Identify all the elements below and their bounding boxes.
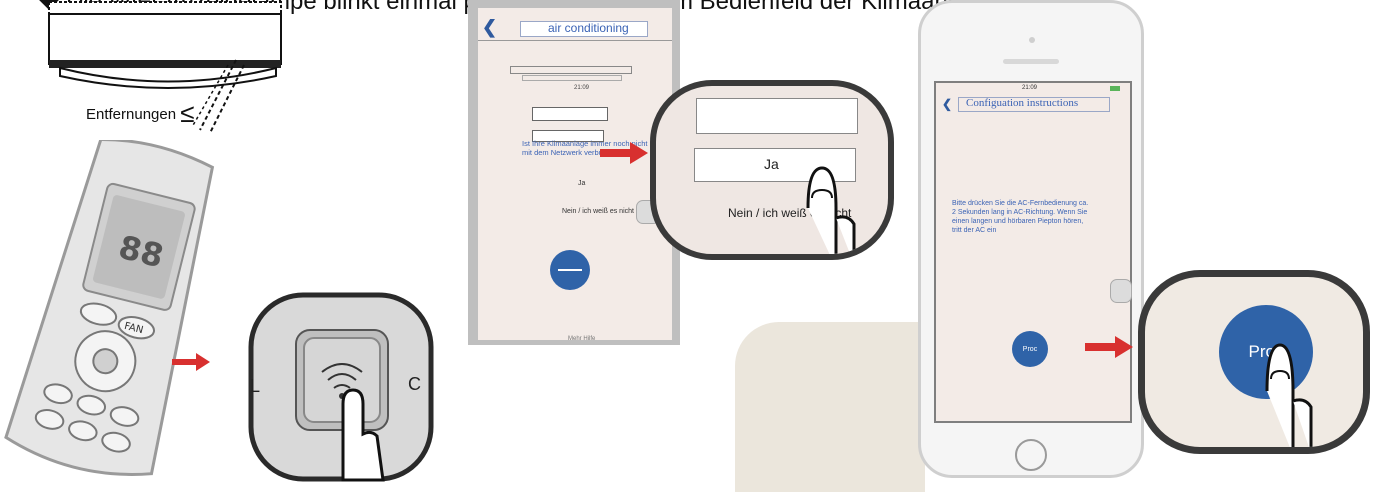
phone-2-screen: 21:09 ❮ Configuation instructions Bitte … bbox=[934, 81, 1132, 423]
screen2-instruction: Bitte drücken Sie die AC-Fernbedienung c… bbox=[952, 200, 1089, 234]
screen1-input-1[interactable] bbox=[532, 107, 608, 121]
zoom-screen-2: Proc bbox=[1138, 270, 1370, 454]
svg-text:L: L bbox=[250, 376, 260, 396]
assistive-touch-icon[interactable] bbox=[1110, 279, 1132, 303]
back-icon[interactable]: ❮ bbox=[942, 97, 952, 111]
phone-2: 21:09 ❮ Configuation instructions Bitte … bbox=[918, 0, 1144, 478]
phone-screen-1: ❮ air conditioning 21:09 Ist Ihre Klimaa… bbox=[468, 0, 680, 345]
red-arrow-icon bbox=[172, 352, 212, 377]
home-button[interactable] bbox=[1015, 439, 1047, 471]
screen1-round-button[interactable] bbox=[550, 250, 590, 290]
ac-indoor-unit bbox=[48, 0, 288, 100]
zoom1-input-1[interactable] bbox=[696, 98, 858, 134]
zoomed-wifi-button: L C bbox=[248, 292, 434, 487]
distance-label: Entfernungen ≤ bbox=[86, 98, 195, 128]
screen2-title: Configuation instructions bbox=[966, 97, 1079, 109]
remote-control: 88 FAN bbox=[0, 138, 230, 487]
zoom-screen-1: Ja Nein / ich weiß es nicht bbox=[650, 80, 894, 260]
back-icon[interactable]: ❮ bbox=[482, 17, 497, 38]
red-arrow-icon bbox=[600, 141, 650, 170]
screen1-yes-option[interactable]: Ja bbox=[578, 180, 585, 187]
ir-signal-lines bbox=[188, 55, 248, 140]
screen1-footer[interactable]: Mehr Hilfe bbox=[568, 336, 595, 342]
battery-icon bbox=[1110, 86, 1120, 91]
zoom1-yes-option[interactable]: Ja bbox=[764, 156, 779, 172]
hand-pointer-icon bbox=[804, 158, 874, 254]
hand-pointer-icon bbox=[1263, 335, 1333, 447]
svg-text:C: C bbox=[408, 374, 421, 394]
screen2-time: 21:09 bbox=[1022, 85, 1038, 91]
screen2-proc-button[interactable]: Proc bbox=[1012, 331, 1048, 367]
screen1-no-option[interactable]: Nein / ich weiß es nicht bbox=[562, 208, 634, 215]
screen1-title: air conditioning bbox=[548, 21, 629, 35]
background-shape bbox=[735, 322, 925, 492]
red-arrow-icon bbox=[1085, 335, 1135, 364]
less-equal-symbol: ≤ bbox=[180, 98, 195, 128]
screen1-time: 21:09 bbox=[574, 85, 590, 91]
